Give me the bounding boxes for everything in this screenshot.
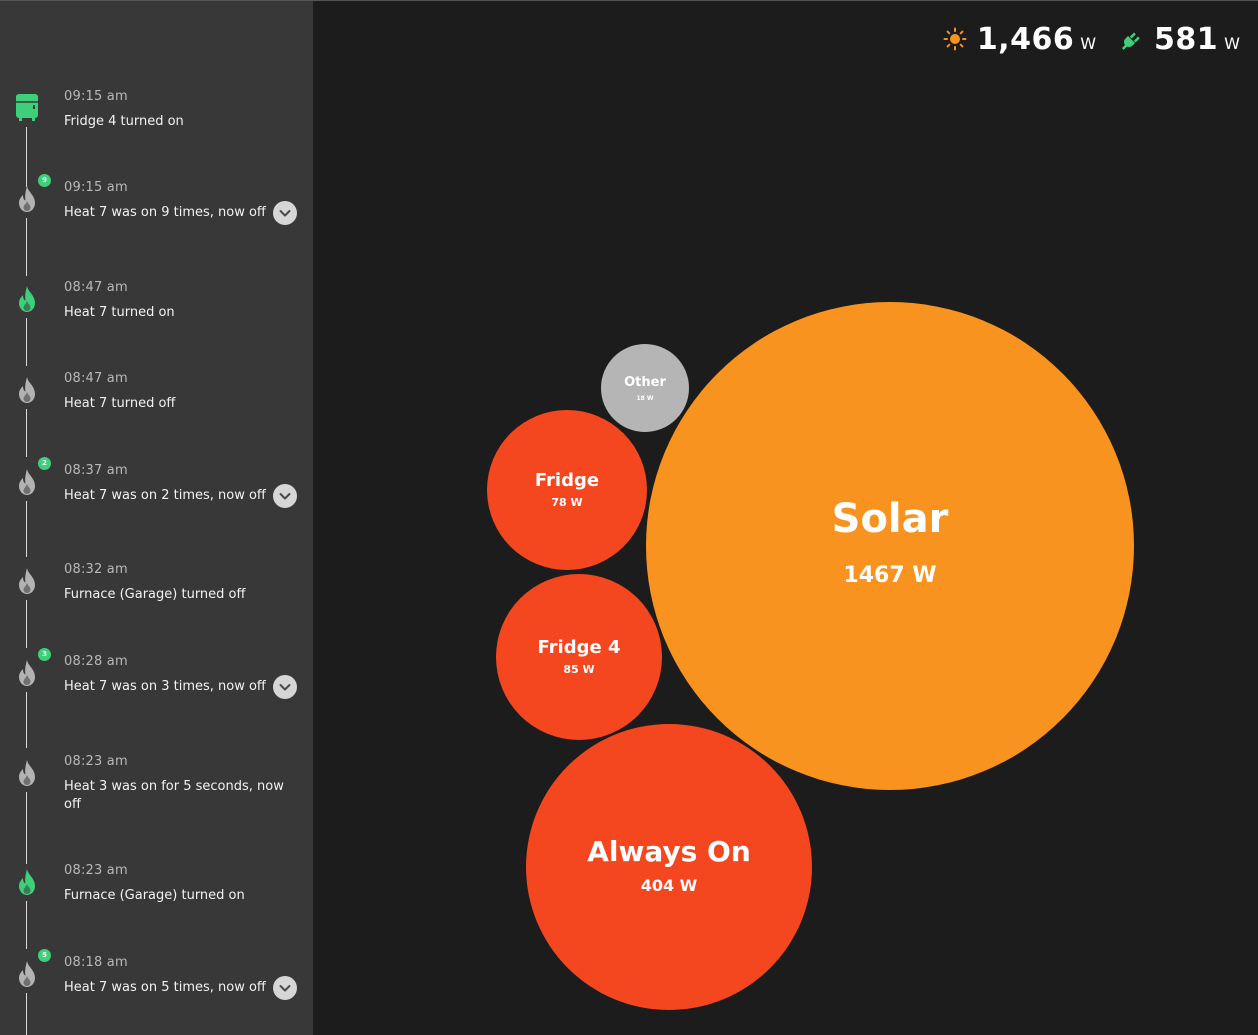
expand-button[interactable] — [273, 976, 297, 1000]
event-description: Heat 3 was on for 5 seconds, now off — [64, 779, 284, 812]
flame-icon — [14, 184, 40, 214]
timeline-connector — [26, 318, 27, 366]
bubble-label: Solar — [832, 496, 949, 542]
chevron-down-icon — [279, 684, 291, 691]
flame-icon — [14, 867, 40, 897]
chevron-down-icon — [279, 493, 291, 500]
timeline-connector — [26, 218, 27, 276]
event-time: 08:23 am — [64, 863, 128, 878]
flame-icon — [14, 758, 40, 788]
bubble-label: Always On — [587, 835, 751, 868]
bubble-value: 85 W — [563, 663, 594, 676]
chevron-down-icon — [279, 210, 291, 217]
event-time: 09:15 am — [64, 180, 128, 195]
bubble-label: Other — [624, 375, 666, 390]
count-badge: 9 — [38, 174, 51, 187]
event-description: Furnace (Garage) turned off — [64, 587, 246, 602]
bubble-fridge-4[interactable]: Fridge 4 85 W — [496, 574, 662, 740]
timeline-connector — [26, 501, 27, 557]
event-description: Furnace (Garage) turned on — [64, 888, 245, 903]
fridge-icon — [14, 93, 40, 123]
event-description: Heat 7 was on 2 times, now off — [64, 488, 266, 503]
chevron-down-icon — [279, 985, 291, 992]
count-badge: 5 — [38, 949, 51, 962]
event-time: 08:37 am — [64, 463, 128, 478]
timeline-connector — [26, 692, 27, 748]
bubble-chart: Solar1467 WAlways On404 WFridge 485 WFri… — [487, 302, 1134, 1010]
event-time: 08:23 am — [64, 754, 128, 769]
event-time: 09:15 am — [64, 89, 128, 104]
flame-icon — [14, 467, 40, 497]
flame-icon — [14, 658, 40, 688]
flame-icon — [14, 959, 40, 989]
event-description: Heat 7 turned off — [64, 396, 176, 411]
expand-button[interactable] — [273, 675, 297, 699]
event-time: 08:28 am — [64, 654, 128, 669]
timeline-connector — [26, 993, 27, 1035]
expand-button[interactable] — [273, 484, 297, 508]
bubble-value: 404 W — [641, 876, 698, 895]
bubble-always-on[interactable]: Always On 404 W — [526, 724, 812, 1010]
event-time: 08:32 am — [64, 562, 128, 577]
bubble-circle[interactable] — [646, 302, 1134, 790]
bubble-solar[interactable]: Solar 1467 W — [646, 302, 1134, 790]
timeline-connector — [26, 409, 27, 457]
power-bubble-view: 1,466 W 581 W Solar 1467 W Always On 404 WF… — [313, 1, 1258, 1035]
timeline-connector — [26, 600, 27, 648]
bubble-other[interactable]: Other 18 W — [601, 344, 689, 432]
bubble-label: Fridge — [535, 470, 599, 491]
timeline-connector — [26, 127, 27, 187]
timeline-connector — [26, 792, 27, 864]
flame-icon — [14, 375, 40, 405]
event-description: Heat 7 was on 5 times, now off — [64, 980, 266, 995]
flame-icon — [14, 284, 40, 314]
count-badge: 3 — [38, 648, 51, 661]
timeline-connector — [26, 901, 27, 949]
flame-icon — [14, 566, 40, 596]
app-window: 09:15 am Fridge 4 turned on 9 09:15 am Heat … — [0, 0, 1258, 1035]
event-time: 08:18 am — [64, 955, 128, 970]
event-time: 08:47 am — [64, 280, 128, 295]
bubble-value: 1467 W — [843, 563, 936, 588]
event-description: Fridge 4 turned on — [64, 114, 184, 129]
event-timeline[interactable]: 09:15 am Fridge 4 turned on 9 09:15 am Heat … — [0, 1, 313, 1035]
bubble-value: 78 W — [551, 496, 582, 509]
count-badge: 2 — [38, 457, 51, 470]
event-description: Heat 7 was on 9 times, now off — [64, 205, 266, 220]
expand-button[interactable] — [273, 201, 297, 225]
event-description: Heat 7 turned on — [64, 305, 175, 320]
bubble-fridge[interactable]: Fridge 78 W — [487, 410, 647, 570]
bubble-label: Fridge 4 — [538, 637, 621, 658]
event-time: 08:47 am — [64, 371, 128, 386]
event-description: Heat 7 was on 3 times, now off — [64, 679, 266, 694]
bubble-value: 18 W — [636, 395, 653, 402]
